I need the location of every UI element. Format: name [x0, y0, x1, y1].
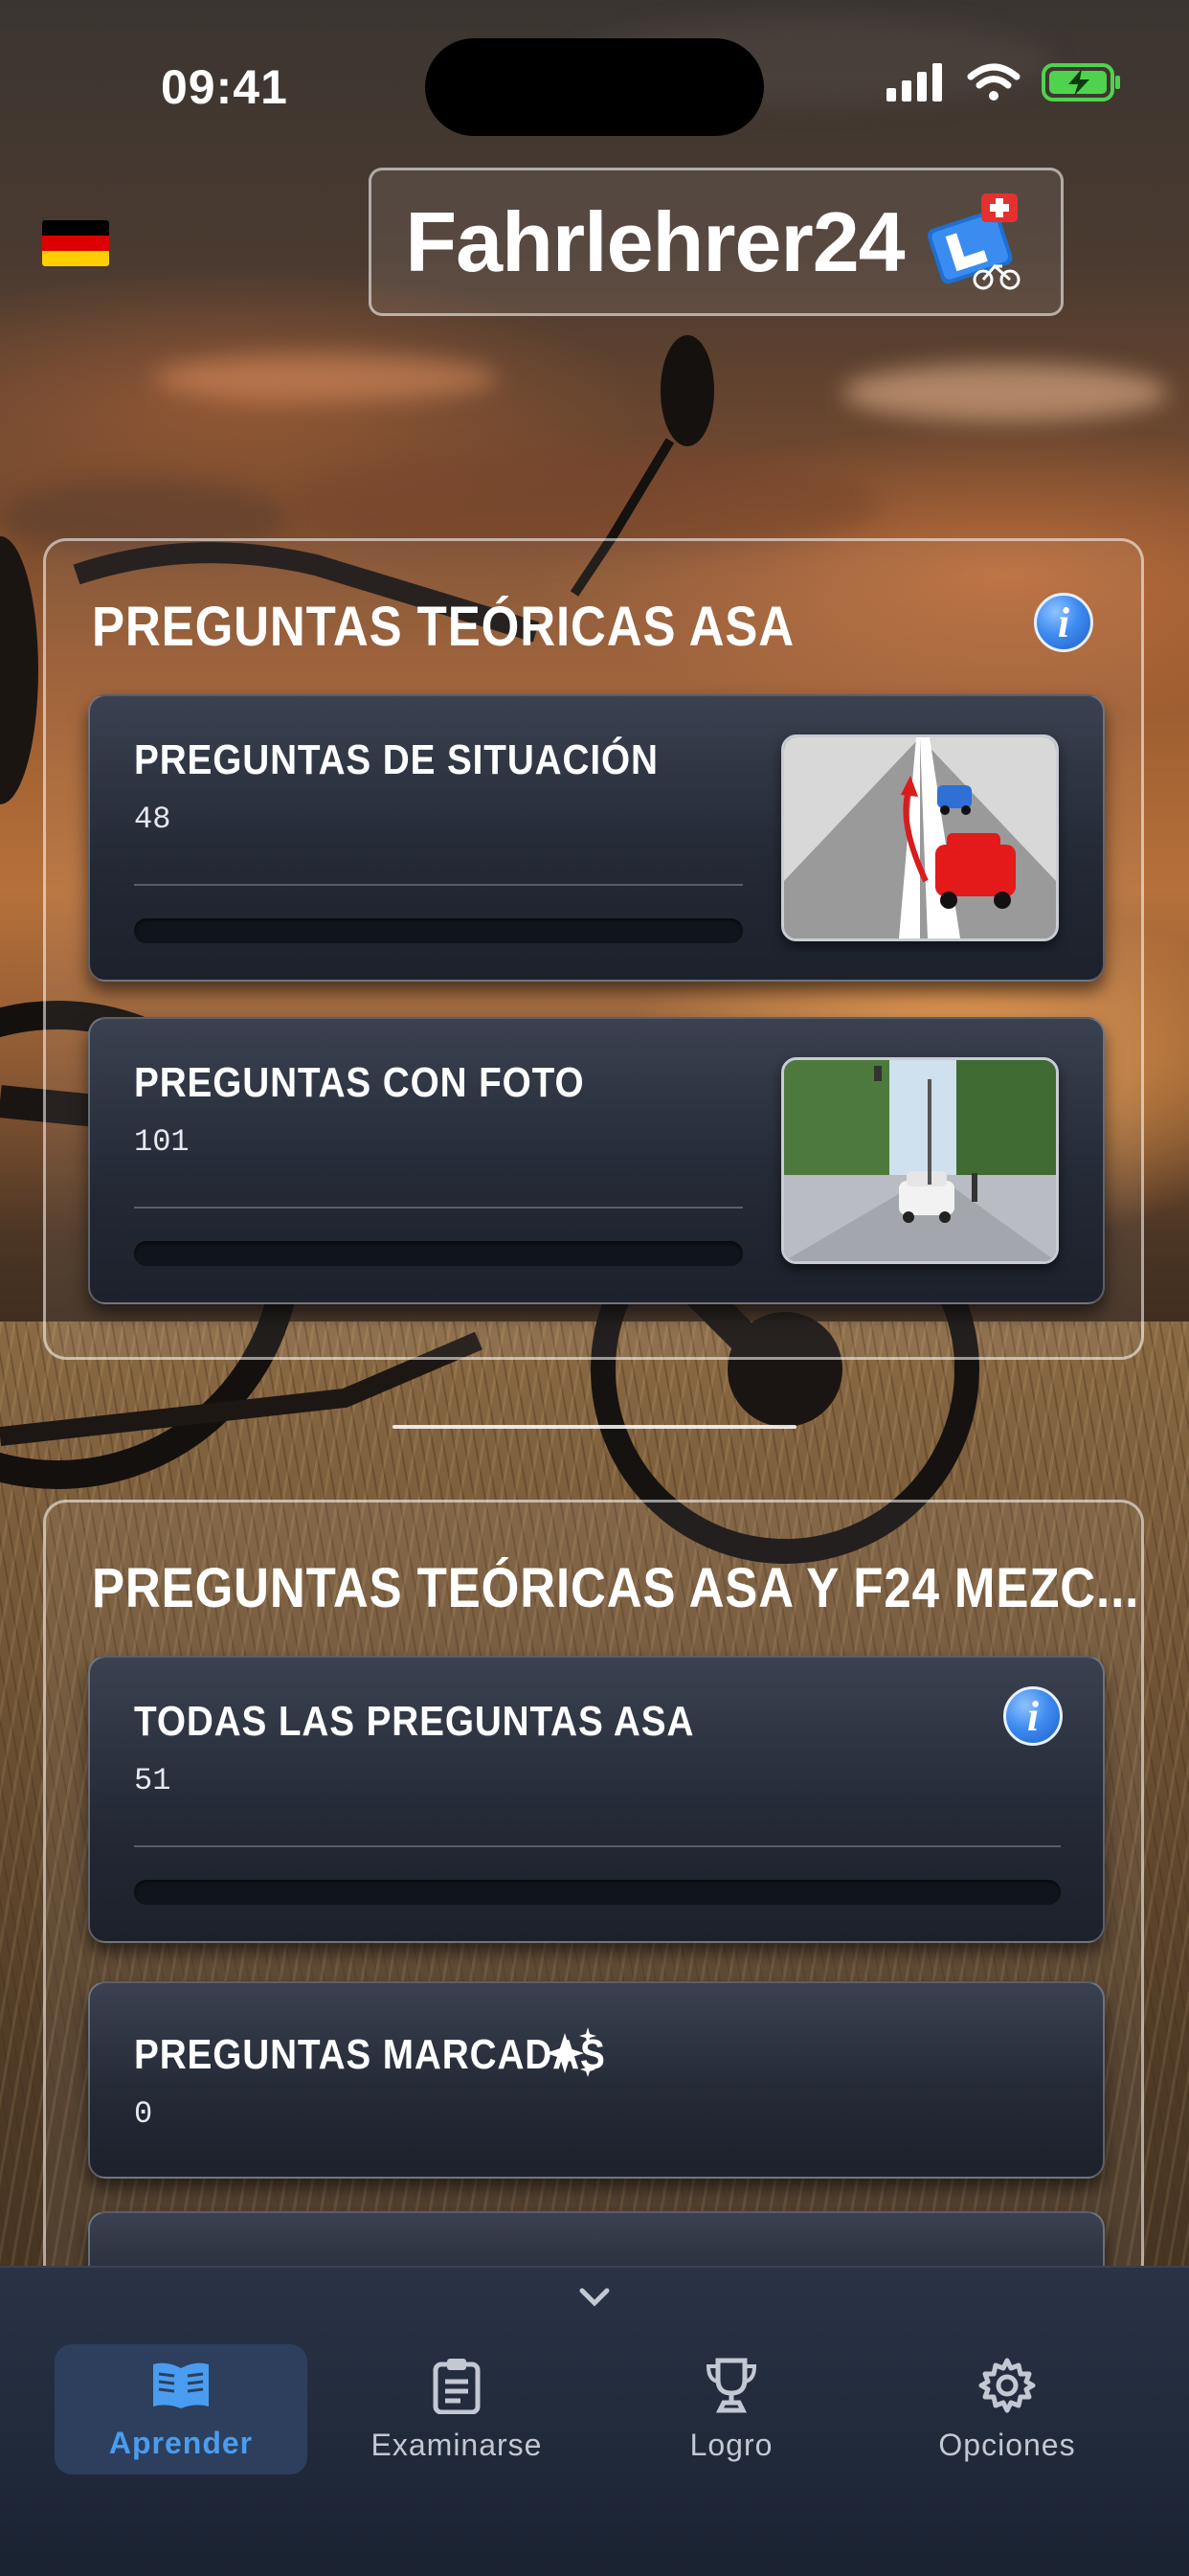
- progress-bar: [134, 1880, 1061, 1905]
- clipboard-icon: [433, 2358, 481, 2414]
- wifi-icon: [967, 63, 1021, 101]
- dynamic-island: [425, 38, 764, 136]
- tab-label: Aprender: [108, 2425, 254, 2460]
- tab-label: Opciones: [938, 2427, 1076, 2462]
- section-title: PREGUNTAS TEÓRICAS ASA Y F24 MEZC...: [92, 1557, 1140, 1619]
- tab-options[interactable]: Opciones: [881, 2344, 1133, 2474]
- card-marked-questions[interactable]: PREGUNTAS MARCADAS 0: [88, 1981, 1105, 2179]
- gear-icon: [978, 2358, 1036, 2412]
- situation-thumbnail: [781, 734, 1059, 941]
- section-title: PREGUNTAS TEÓRICAS ASA: [92, 596, 795, 658]
- section-asa-questions: PREGUNTAS TEÓRICAS ASA i PREGUNTAS DE SI…: [43, 538, 1144, 1360]
- card-count: 48: [134, 802, 171, 837]
- sparkles-icon: [546, 2027, 596, 2077]
- progress-bar: [134, 918, 743, 943]
- tab-learn[interactable]: Aprender: [55, 2344, 307, 2474]
- status-time: 09:41: [161, 60, 288, 114]
- card-situation-questions[interactable]: PREGUNTAS DE SITUACIÓN 48: [88, 694, 1105, 982]
- card-title: PREGUNTAS DE SITUACIÓN: [134, 736, 659, 783]
- card-all-asa-questions[interactable]: TODAS LAS PREGUNTAS ASA 51 i: [88, 1656, 1105, 1943]
- signal-icon: [886, 63, 942, 102]
- tab-exam[interactable]: Examinarse: [330, 2344, 583, 2474]
- status-icons: [886, 63, 1122, 102]
- card-count: 101: [134, 1124, 190, 1160]
- card-count: 0: [134, 2096, 153, 2132]
- tab-label: Examinarse: [370, 2427, 543, 2462]
- section-asa-f24-mixed: PREGUNTAS TEÓRICAS ASA Y F24 MEZC... TOD…: [43, 1500, 1144, 2364]
- divider: [134, 884, 743, 886]
- app-logo-header: Fahrlehrer24: [369, 168, 1064, 316]
- card-title: PREGUNTAS MARCADAS: [134, 2031, 606, 2078]
- tab-achievements[interactable]: Logro: [605, 2344, 858, 2474]
- card-title: PREGUNTAS CON FOTO: [134, 1059, 585, 1106]
- app-title: Fahrlehrer24: [405, 193, 905, 289]
- trophy-icon: [706, 2358, 757, 2412]
- street-photo-thumbnail: [781, 1057, 1059, 1264]
- battery-charging-icon: [1042, 63, 1120, 102]
- chevron-down-icon[interactable]: [574, 2277, 615, 2317]
- info-icon[interactable]: i: [1003, 1686, 1063, 1746]
- divider: [134, 1207, 743, 1209]
- section-separator: [393, 1425, 796, 1429]
- card-photo-questions[interactable]: PREGUNTAS CON FOTO 101: [88, 1017, 1105, 1304]
- german-flag-icon[interactable]: [42, 220, 109, 266]
- tab-label: Logro: [689, 2427, 774, 2462]
- book-icon: [153, 2362, 209, 2408]
- info-icon[interactable]: i: [1034, 593, 1093, 652]
- divider: [134, 1845, 1061, 1847]
- progress-bar: [134, 1241, 743, 1266]
- learner-plate-logo-icon: [927, 192, 1021, 289]
- card-count: 51: [134, 1763, 171, 1798]
- card-title: TODAS LAS PREGUNTAS ASA: [134, 1698, 695, 1745]
